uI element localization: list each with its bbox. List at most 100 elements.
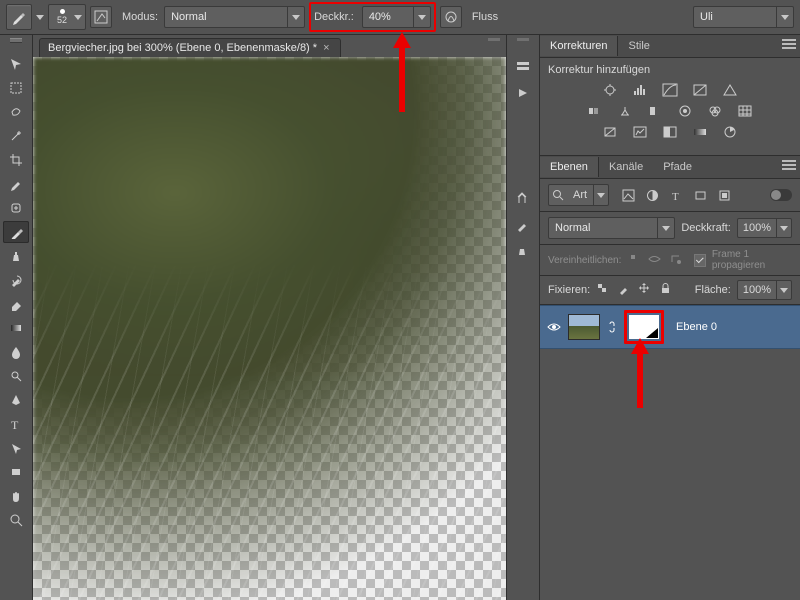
dodge-tool[interactable] [3,365,29,387]
tab-channels[interactable]: Kanäle [599,157,653,177]
collapsed-panel-rail [506,35,540,600]
exposure-icon[interactable] [691,82,709,98]
chevron-down-icon [74,15,82,20]
history-panel-icon[interactable] [512,57,534,77]
brush-settings-panel-icon[interactable] [512,189,534,209]
brush-preset-picker[interactable]: 52 [48,4,86,30]
tab-layers[interactable]: Ebenen [540,157,599,177]
marquee-tool[interactable] [3,77,29,99]
unify-style-icon[interactable] [669,252,682,268]
layer-kind-combo[interactable]: Art [548,184,609,206]
black-white-icon[interactable] [646,103,664,119]
filter-adjustment-icon[interactable] [645,188,660,203]
hand-tool[interactable] [3,485,29,507]
fill-label: Fläche: [695,284,731,296]
clone-source-panel-icon[interactable] [512,241,534,261]
lock-all-icon[interactable] [659,282,672,298]
eyedropper-tool[interactable] [3,173,29,195]
channel-mixer-icon[interactable] [706,103,724,119]
rectangle-tool[interactable] [3,461,29,483]
layer-blend-combo[interactable]: Normal [548,217,675,239]
brush-tool[interactable] [3,221,29,243]
filter-type-icon[interactable]: T [669,188,684,203]
adjustments-panel: Korrektur hinzufügen [540,58,800,156]
layer-mask-thumbnail[interactable] [629,315,659,339]
layer-opacity-label: Deckkraft: [681,222,731,234]
zoom-tool[interactable] [3,509,29,531]
crop-tool[interactable] [3,149,29,171]
filter-toggle[interactable] [770,189,792,201]
panel-menu-button[interactable] [782,39,796,49]
filter-pixel-icon[interactable] [621,188,636,203]
propagate-checkbox[interactable] [694,254,705,267]
type-tool[interactable]: T [3,413,29,435]
layer-opacity-combo[interactable]: 100% [737,218,792,238]
color-balance-icon[interactable] [616,103,634,119]
levels-icon[interactable] [631,82,649,98]
layer-name: Ebene 0 [676,321,717,333]
svg-text:T: T [672,191,679,202]
brushes-panel-icon[interactable] [512,215,534,235]
tab-paths[interactable]: Pfade [653,157,702,177]
layer-thumbnail[interactable] [568,314,600,340]
unify-visibility-icon[interactable] [648,252,661,268]
unify-position-icon[interactable] [627,252,640,268]
actions-panel-icon[interactable] [512,83,534,103]
layer-row[interactable]: Ebene 0 [540,305,800,349]
opacity-value: 40% [363,7,413,27]
panel-menu-button[interactable] [782,160,796,170]
propagate-label: Frame 1 propagieren [712,249,792,271]
filter-smart-icon[interactable] [717,188,732,203]
move-tool[interactable] [3,53,29,75]
blur-tool[interactable] [3,341,29,363]
curves-icon[interactable] [661,82,679,98]
gradient-tool[interactable] [3,317,29,339]
blend-mode-combo[interactable]: Normal [164,6,305,28]
brightness-contrast-icon[interactable] [601,82,619,98]
selective-color-icon[interactable] [721,124,739,140]
filter-shape-icon[interactable] [693,188,708,203]
magic-wand-tool[interactable] [3,125,29,147]
document-tab[interactable]: Bergviecher.jpg bei 300% (Ebene 0, Ebene… [39,38,341,57]
lock-label: Fixieren: [548,284,590,296]
lock-pixels-icon[interactable] [617,282,630,298]
chevron-down-icon[interactable] [36,15,44,20]
brush-size-value: 52 [57,16,67,25]
photo-filter-icon[interactable] [676,103,694,119]
color-lookup-icon[interactable] [736,103,754,119]
tab-styles[interactable]: Stile [618,36,659,56]
history-brush-tool[interactable] [3,269,29,291]
unify-row: Vereinheitlichen: Frame 1 propagieren [540,245,800,276]
lasso-tool[interactable] [3,101,29,123]
hue-saturation-icon[interactable] [586,103,604,119]
tool-preset-picker[interactable] [6,4,32,30]
layer-filter-row: Art T [540,179,800,212]
brush-panel-toggle[interactable] [90,6,112,28]
visibility-toggle-icon[interactable] [546,319,562,335]
workspace-combo[interactable]: Uli [693,6,794,28]
chevron-down-icon [418,15,426,20]
eraser-tool[interactable] [3,293,29,315]
vibrance-icon[interactable] [721,82,739,98]
pressure-opacity-toggle[interactable] [440,6,462,28]
pen-tool[interactable] [3,389,29,411]
lock-transparency-icon[interactable] [596,282,609,298]
mask-link-icon[interactable] [606,320,618,334]
tab-adjustments[interactable]: Korrekturen [540,36,618,56]
brush-tip-icon [60,9,65,14]
close-icon[interactable]: × [323,42,329,54]
chevron-down-icon [292,15,300,20]
path-selection-tool[interactable] [3,437,29,459]
clone-stamp-tool[interactable] [3,245,29,267]
gradient-map-icon[interactable] [691,124,709,140]
threshold-icon[interactable] [661,124,679,140]
canvas[interactable] [33,57,506,600]
document-tab-row: Bergviecher.jpg bei 300% (Ebene 0, Ebene… [33,35,506,57]
opacity-combo[interactable]: 40% [362,6,431,28]
image-content [33,57,506,600]
posterize-icon[interactable] [631,124,649,140]
lock-position-icon[interactable] [638,282,651,298]
invert-icon[interactable] [601,124,619,140]
healing-brush-tool[interactable] [3,197,29,219]
fill-combo[interactable]: 100% [737,280,792,300]
